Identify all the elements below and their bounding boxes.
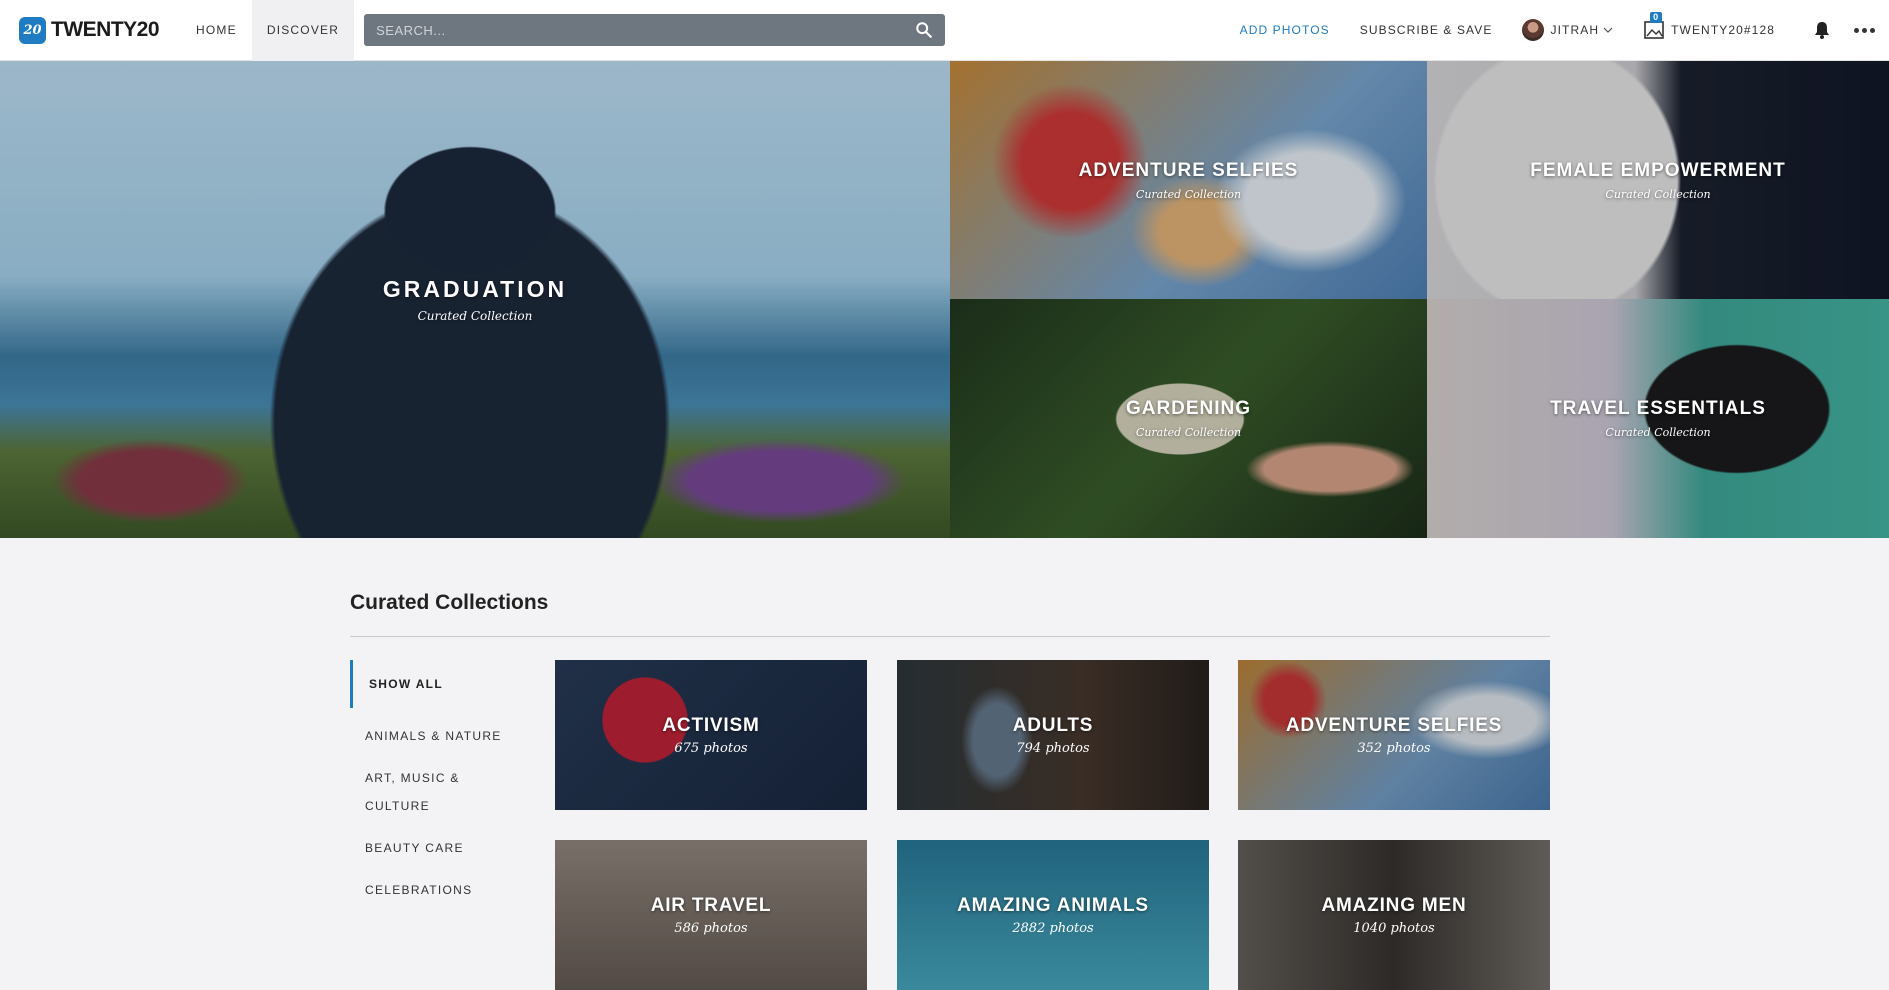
collection-card-title: AIR TRAVEL [650,894,772,916]
hero-tile-subtitle: Curated Collection [417,309,533,323]
collection-card-count: 2882 photos [1012,920,1094,936]
divider [350,636,1550,637]
logo-wordmark: TWENTY20 [51,18,160,41]
more-options-icon[interactable] [1854,27,1875,33]
hero-tile-subtitle: Curated Collection [1135,187,1242,201]
category-art-music-culture[interactable]: ART, MUSIC & CULTURE [350,764,510,820]
collection-card[interactable]: ADULTS 794 photos [897,660,1209,810]
hero-tile-adventure-selfies[interactable]: ADVENTURE SELFIES Curated Collection [950,61,1427,299]
avatar [1522,19,1545,41]
collection-card-title: AMAZING ANIMALS [957,894,1149,916]
search-input[interactable] [376,22,916,38]
collection-card[interactable]: ADVENTURE SELFIES 352 photos [1238,660,1550,810]
user-name: JITRAH [1550,23,1600,37]
hero-tile-title: TRAVEL ESSENTIALS [1550,398,1766,419]
search-bar [364,14,946,46]
hero-tile-title: GRADUATION [382,276,568,302]
logo-badge-icon: 20 [19,16,46,44]
collection-card-title: ACTIVISM [662,714,760,736]
bell-icon[interactable] [1812,20,1832,40]
hero-tile-subtitle: Curated Collection [1605,187,1711,201]
hero-tile-travel-essentials[interactable]: TRAVEL ESSENTIALS Curated Collection [1427,299,1889,538]
collection-card-count: 1040 photos [1353,920,1435,936]
brand-logo[interactable]: 20 TWENTY20 [19,0,160,61]
collection-card-title: AMAZING MEN [1321,894,1467,916]
chevron-down-icon [1603,27,1613,33]
hero-tile-gardening[interactable]: GARDENING Curated Collection [950,299,1427,538]
collection-card[interactable]: AMAZING ANIMALS 2882 photos [897,840,1209,990]
category-show-all[interactable]: SHOW ALL [350,660,510,708]
collection-card-count: 675 photos [674,740,748,756]
section-title: Curated Collections [350,591,549,614]
hero-tile-title: GARDENING [1125,398,1252,419]
collection-card-count: 586 photos [674,920,748,936]
collection-card-title: ADVENTURE SELFIES [1285,714,1503,736]
nav-home[interactable]: HOME [181,0,252,61]
category-animals-nature[interactable]: ANIMALS & NATURE [350,722,510,750]
collection-card[interactable]: AIR TRAVEL 586 photos [555,840,867,990]
search-icon[interactable] [915,21,933,39]
collection-card[interactable]: ACTIVISM 675 photos [555,660,867,810]
hero-tile-female-empowerment[interactable]: FEMALE EMPOWERMENT Curated Collection [1427,61,1889,299]
user-menu[interactable]: JITRAH [1507,0,1628,61]
lightbox-icon: 0 [1643,12,1665,41]
hero-tile-graduation[interactable]: GRADUATION Curated Collection [0,61,950,538]
hero-collections: GRADUATION Curated Collection ADVENTURE … [0,61,1889,538]
collection-card-title: ADULTS [1012,714,1094,736]
collection-card-count: 794 photos [1016,740,1090,756]
add-photos-link[interactable]: ADD PHOTOS [1225,0,1345,61]
hero-tile-subtitle: Curated Collection [1605,426,1711,439]
lightbox-count-badge: 0 [1650,12,1663,23]
nav-discover[interactable]: DISCOVER [251,0,355,61]
subscribe-link[interactable]: SUBSCRIBE & SAVE [1345,0,1508,61]
hero-tile-title: FEMALE EMPOWERMENT [1530,159,1786,181]
top-navbar: 20 TWENTY20 HOME DISCOVER ADD PHOTOS SUB… [0,0,1889,61]
collection-card[interactable]: AMAZING MEN 1040 photos [1238,840,1550,990]
hero-tile-title: ADVENTURE SELFIES [1078,159,1299,181]
right-nav: ADD PHOTOS SUBSCRIBE & SAVE JITRAH 0 TWE… [1225,0,1881,61]
category-celebrations[interactable]: CELEBRATIONS [350,876,510,904]
lightbox-name: TWENTY20#128 [1671,23,1775,37]
category-beauty-care[interactable]: BEAUTY CARE [350,834,510,862]
collection-card-count: 352 photos [1357,740,1431,756]
hero-tile-subtitle: Curated Collection [1135,426,1242,439]
lightbox-menu[interactable]: 0 TWENTY20#128 [1628,0,1790,61]
category-filter-list: SHOW ALL ANIMALS & NATURE ART, MUSIC & C… [350,660,510,904]
